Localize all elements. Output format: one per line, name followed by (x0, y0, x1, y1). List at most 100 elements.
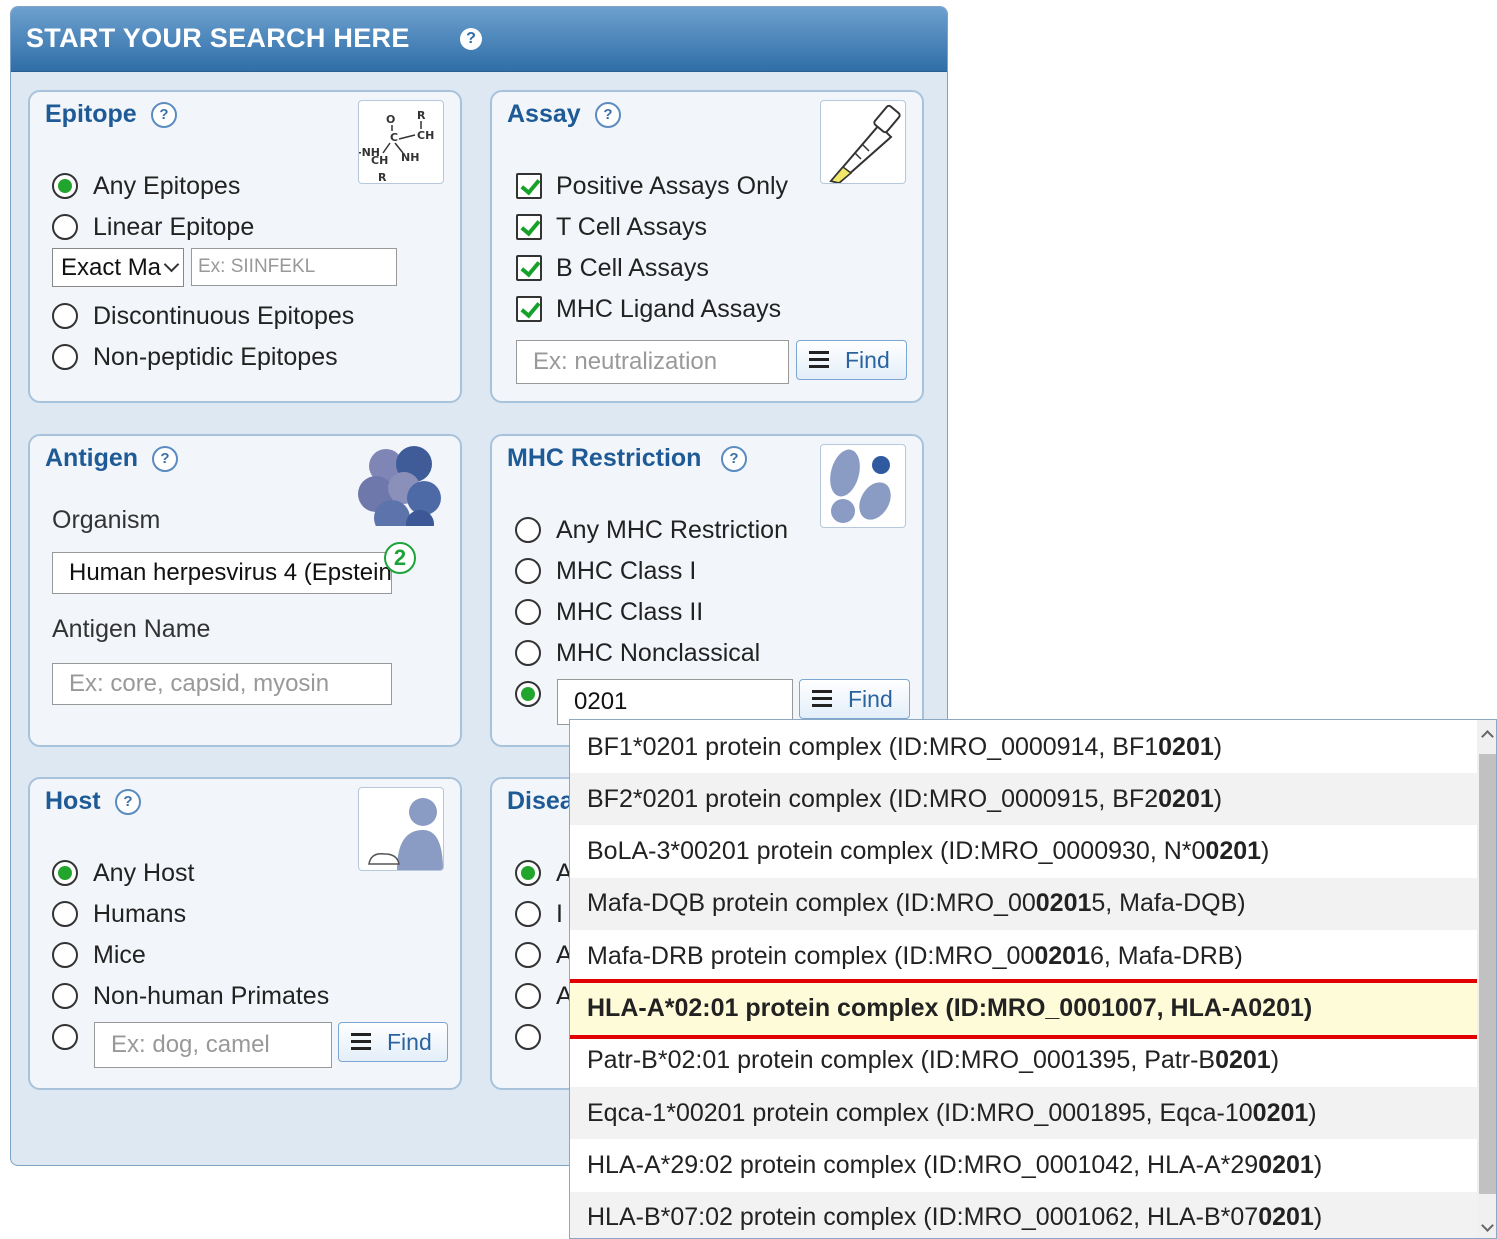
help-icon[interactable]: ? (721, 446, 747, 472)
radio-button[interactable] (515, 860, 541, 886)
item-match: 0201 (1258, 1203, 1314, 1232)
radio-button[interactable] (52, 173, 78, 199)
autocomplete-item[interactable]: BF2*0201 protein complex (ID:MRO_0000915… (570, 773, 1477, 826)
mhc-find-button[interactable]: Find (799, 679, 910, 719)
radio-button[interactable] (515, 942, 541, 968)
radio-disease-4[interactable]: A (515, 980, 573, 1012)
radio-any-epitopes[interactable]: Any Epitopes (52, 170, 240, 202)
find-label: Find (387, 1028, 432, 1055)
radio-disease-any[interactable]: A (515, 857, 573, 889)
radio-humans[interactable]: Humans (52, 898, 186, 930)
item-match: 0201 (1158, 784, 1214, 813)
checkbox[interactable] (516, 173, 542, 199)
svg-text:O: O (386, 113, 395, 126)
radio-button[interactable] (52, 983, 78, 1009)
epitope-title: Epitope (45, 100, 137, 128)
radio-disease-custom[interactable] (515, 1021, 556, 1053)
radio-button[interactable] (515, 681, 541, 707)
peptide-structure-icon: OR C CH -NH CH NH R (358, 100, 444, 184)
radio-mhc-class-ii[interactable]: MHC Class II (515, 596, 703, 628)
autocomplete-item[interactable]: Mafa-DQB protein complex (ID:MRO_00 0201 5… (570, 877, 1477, 930)
radio-mhc-nonclassical[interactable]: MHC Nonclassical (515, 637, 760, 669)
option-label: Non-peptidic Epitopes (93, 342, 338, 371)
autocomplete-item[interactable]: HLA-B*07:02 protein complex (ID:MRO_0001… (570, 1191, 1477, 1238)
radio-non-peptidic-epitopes[interactable]: Non-peptidic Epitopes (52, 341, 338, 373)
organism-input[interactable]: Human herpesvirus 4 (Epstein (52, 552, 392, 594)
radio-button[interactable] (52, 344, 78, 370)
check-positive-assays[interactable]: Positive Assays Only (516, 170, 788, 202)
radio-button[interactable] (52, 303, 78, 329)
antigen-name-label: Antigen Name (52, 615, 211, 643)
radio-any-host[interactable]: Any Host (52, 857, 194, 889)
checkbox[interactable] (516, 255, 542, 281)
item-match: 0201 (1258, 1150, 1314, 1179)
radio-non-human-primates[interactable]: Non-human Primates (52, 980, 329, 1012)
help-icon[interactable]: ? (152, 446, 178, 472)
autocomplete-item[interactable]: BF1*0201 protein complex (ID:MRO_0000914… (570, 721, 1477, 773)
check-label: T Cell Assays (556, 212, 707, 241)
option-label: Discontinuous Epitopes (93, 301, 355, 330)
radio-button[interactable] (515, 558, 541, 584)
radio-button[interactable] (515, 517, 541, 543)
antigen-section: Antigen ? Organism Human herpesvirus 4 (… (28, 434, 462, 747)
scrollbar-thumb[interactable] (1479, 754, 1496, 1194)
check-b-cell-assays[interactable]: B Cell Assays (516, 252, 709, 284)
help-icon[interactable]: ? (460, 28, 482, 50)
autocomplete-item-highlighted[interactable]: HLA-A*02:01 protein complex (ID:MRO_0001… (570, 978, 1481, 1039)
assay-input[interactable]: Ex: neutralization (516, 340, 789, 384)
sequence-input[interactable]: Ex: SIINFEKL (191, 248, 397, 286)
list-icon (812, 688, 832, 710)
host-find-button[interactable]: Find (338, 1022, 448, 1062)
radio-button[interactable] (515, 599, 541, 625)
radio-mhc-custom[interactable] (515, 678, 556, 710)
scrollbar[interactable] (1477, 720, 1496, 1238)
assay-find-button[interactable]: Find (796, 340, 907, 380)
item-text-end: ) (1313, 1150, 1323, 1179)
help-icon[interactable]: ? (595, 102, 621, 128)
panel-title: START YOUR SEARCH HERE (26, 23, 410, 53)
radio-button[interactable] (515, 983, 541, 1009)
scroll-up-icon[interactable] (1481, 730, 1494, 743)
autocomplete-item[interactable]: Patr-B*02:01 protein complex (ID:MRO_000… (570, 1035, 1477, 1087)
checkbox[interactable] (516, 214, 542, 240)
mhc-autocomplete-list[interactable]: BF1*0201 protein complex (ID:MRO_0000914… (569, 719, 1497, 1239)
item-text-end: ) (1313, 1203, 1323, 1232)
antigen-name-input[interactable]: Ex: core, capsid, myosin (52, 663, 392, 705)
radio-button[interactable] (52, 214, 78, 240)
item-text-end: 6, Mafa-DRB) (1090, 941, 1243, 970)
radio-button[interactable] (52, 942, 78, 968)
radio-button[interactable] (515, 1024, 541, 1050)
help-icon[interactable]: ? (151, 102, 177, 128)
radio-disease-2[interactable]: I (515, 898, 563, 930)
radio-mhc-class-i[interactable]: MHC Class I (515, 555, 696, 587)
item-text: Patr-B*02:01 protein complex (ID:MRO_000… (587, 1046, 1216, 1075)
autocomplete-item[interactable]: BoLA-3*00201 protein complex (ID:MRO_000… (570, 826, 1477, 878)
radio-button[interactable] (515, 640, 541, 666)
item-text-end: 5, Mafa-DQB) (1091, 889, 1246, 918)
option-label: Any Host (93, 858, 195, 887)
autocomplete-item[interactable]: HLA-A*29:02 protein complex (ID:MRO_0001… (570, 1139, 1477, 1191)
option-label: Humans (93, 899, 187, 928)
help-icon[interactable]: ? (115, 789, 141, 815)
radio-disease-3[interactable]: A (515, 939, 573, 971)
checkbox[interactable] (516, 296, 542, 322)
radio-button[interactable] (52, 1024, 78, 1050)
assay-title: Assay (507, 100, 581, 128)
protein-structure-icon (358, 444, 442, 526)
scroll-down-icon[interactable] (1481, 1219, 1494, 1232)
check-t-cell-assays[interactable]: T Cell Assays (516, 211, 707, 243)
radio-button[interactable] (52, 860, 78, 886)
svg-text:NH: NH (401, 151, 419, 164)
radio-button[interactable] (52, 901, 78, 927)
radio-host-custom[interactable] (52, 1021, 93, 1053)
radio-discontinuous-epitopes[interactable]: Discontinuous Epitopes (52, 300, 354, 332)
host-input[interactable]: Ex: dog, camel (94, 1022, 332, 1068)
radio-mice[interactable]: Mice (52, 939, 146, 971)
match-type-select[interactable]: Exact Ma (52, 248, 184, 287)
radio-any-mhc[interactable]: Any MHC Restriction (515, 514, 788, 546)
autocomplete-item[interactable]: Mafa-DRB protein complex (ID:MRO_00 0201 6… (570, 930, 1477, 982)
radio-linear-epitope[interactable]: Linear Epitope (52, 211, 254, 243)
check-mhc-ligand-assays[interactable]: MHC Ligand Assays (516, 293, 781, 325)
radio-button[interactable] (515, 901, 541, 927)
autocomplete-item[interactable]: Eqca-1*00201 protein complex (ID:MRO_000… (570, 1087, 1477, 1140)
